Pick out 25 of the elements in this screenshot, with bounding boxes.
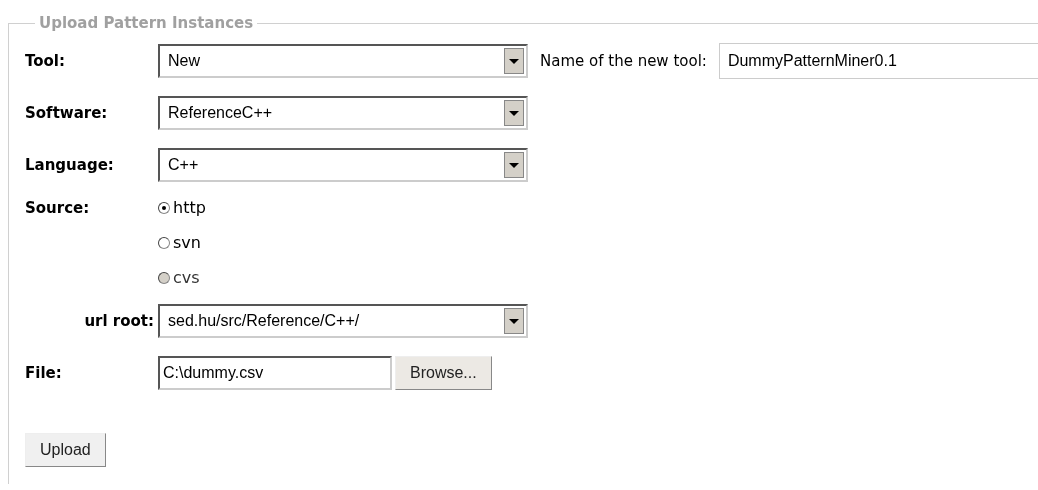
browse-button[interactable]: Browse... bbox=[395, 356, 492, 390]
field-label: Software: bbox=[25, 104, 108, 122]
radio-button[interactable] bbox=[158, 201, 170, 214]
software-dropdown[interactable]: ReferenceC++ bbox=[158, 96, 528, 130]
file-field[interactable]: C:\dummy.csv bbox=[158, 356, 392, 390]
field-label: Tool: bbox=[25, 52, 65, 70]
field-label: url root: bbox=[84, 312, 154, 330]
caret-icon bbox=[504, 152, 524, 178]
field-label: Language: bbox=[25, 156, 114, 174]
radio-label: http bbox=[173, 198, 206, 217]
section-title: Upload Pattern Instances bbox=[38, 14, 255, 32]
language-dropdown[interactable]: C++ bbox=[158, 148, 528, 182]
caret-icon bbox=[504, 308, 524, 334]
radio-label: cvs bbox=[173, 268, 200, 287]
field-label: Name of the new tool: bbox=[540, 52, 707, 70]
upload-button[interactable]: Upload bbox=[25, 433, 106, 467]
field-label: Source: bbox=[25, 198, 90, 217]
caret-icon bbox=[504, 48, 524, 74]
radio-button[interactable] bbox=[158, 236, 170, 249]
url-dropdown[interactable]: sed.hu/src/Reference/C++/ bbox=[158, 304, 528, 338]
caret-icon bbox=[504, 100, 524, 126]
input-field[interactable]: DummyPatternMiner0.1 bbox=[718, 43, 1038, 79]
field-label: File: bbox=[25, 364, 62, 382]
tool-dropdown[interactable]: New bbox=[158, 44, 528, 78]
radio-label: svn bbox=[173, 233, 201, 252]
